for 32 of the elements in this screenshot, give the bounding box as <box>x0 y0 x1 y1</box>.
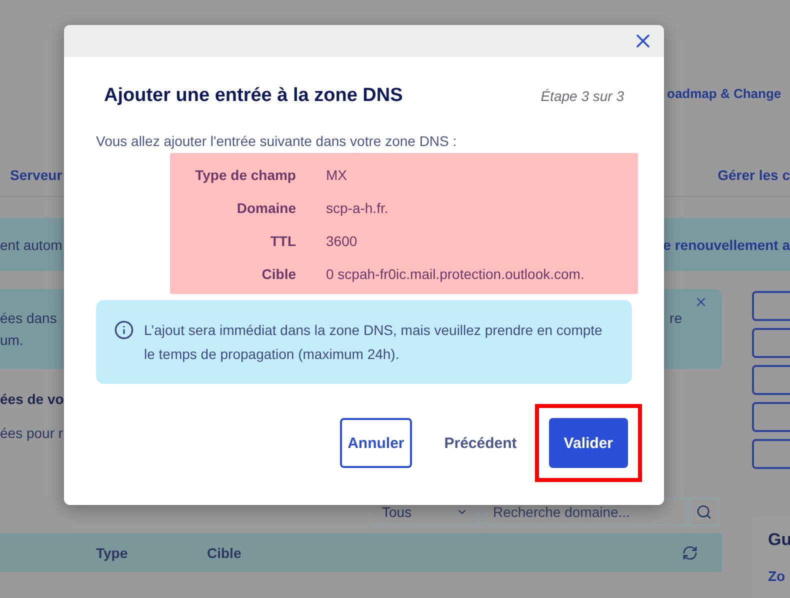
card-link[interactable]: Zo <box>768 568 790 584</box>
field-value: MX <box>326 167 348 183</box>
refresh-icon[interactable] <box>682 544 698 560</box>
previous-button[interactable]: Précédent <box>430 418 531 468</box>
search-icon <box>696 504 712 520</box>
nav-link[interactable]: oadmap & Change <box>667 86 782 101</box>
alert-text: re <box>670 309 682 328</box>
field-label: Type de champ <box>194 167 296 183</box>
field-value: scp-a-h.fr. <box>326 200 390 216</box>
banner-text: ent autom <box>0 236 62 252</box>
field-label: TTL <box>269 233 296 249</box>
validate-button[interactable]: Valider <box>548 418 628 468</box>
section-title: ées de vo <box>0 391 65 407</box>
info-icon <box>114 320 134 340</box>
nav-tab[interactable]: Serveur <box>10 163 62 196</box>
column-header: Cible <box>207 544 242 560</box>
search-button[interactable] <box>688 498 720 526</box>
section-text: ées pour r <box>0 425 64 441</box>
nav-tab[interactable]: Gérer les c <box>718 163 790 196</box>
field-value: 0 scpah-fr0ic.mail.protection.outlook.com. <box>326 266 586 282</box>
cancel-button[interactable]: Annuler <box>340 418 412 468</box>
field-value: 3600 <box>326 233 358 249</box>
intro-text: Vous allez ajouter l'entrée suivante dans votre zone DNS : <box>96 133 458 149</box>
close-icon[interactable] <box>694 295 708 309</box>
step-indicator: Étape 3 sur 3 <box>540 88 624 104</box>
column-header: Type <box>96 544 129 560</box>
field-label: Domaine <box>236 200 296 216</box>
info-text: L’ajout sera immédiat dans la zone DNS, mais veuillez prendre en compte le temps de propagation (maximum 24h). <box>144 321 604 364</box>
dialog-title: Ajouter une entrée à la zone DNS <box>104 85 403 107</box>
field-label: Cible <box>260 266 296 282</box>
banner-link[interactable]: e renouvellement a <box>663 236 790 252</box>
alert-text: ées dans <box>0 310 58 326</box>
